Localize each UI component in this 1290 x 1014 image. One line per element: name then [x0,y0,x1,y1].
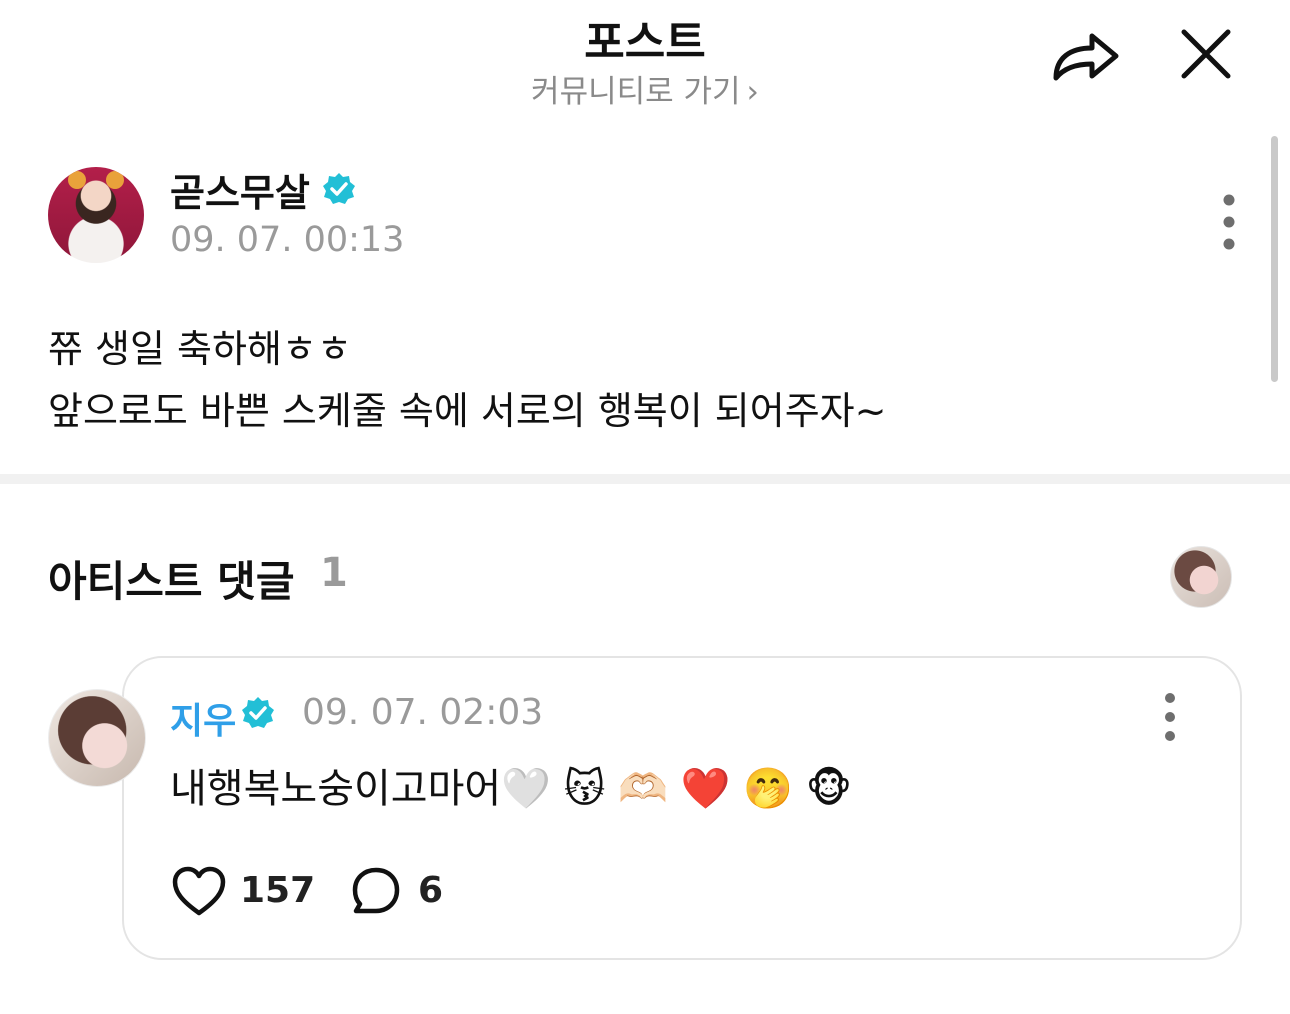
artist-avatar[interactable] [1170,546,1232,608]
more-options-icon[interactable] [1155,690,1185,744]
post-body-line: 앞으로도 바쁜 스케줄 속에 서로의 행복이 되어주자~ [48,389,887,433]
more-options-icon[interactable] [1214,192,1244,252]
reply-bubble-icon[interactable] [351,866,401,916]
share-icon[interactable] [1050,26,1122,86]
scrollbar[interactable] [1271,136,1278,382]
post-body-line: 쮸 생일 축하해ㅎㅎ [48,327,352,371]
comment-text: 내행복노숭이고마어🤍 😽 🫶🏻 ❤️ 🤭 🐵 [170,766,852,812]
author-name[interactable]: 곧스무살 [170,162,310,217]
like-count: 157 [240,870,316,911]
verified-badge-icon [242,697,274,728]
community-link-label: 커뮤니티로 가기 [531,74,741,110]
section-title: 아티스트 댓글 [48,557,295,606]
comment-timestamp: 09. 07. 02:03 [302,692,544,733]
chevron-right-icon: › [746,74,759,110]
reply-count: 6 [418,870,444,911]
post-timestamp: 09. 07. 00:13 [170,220,405,260]
heart-icon[interactable] [172,866,226,918]
section-divider [0,474,1290,484]
verified-badge-icon [323,173,355,204]
comment-count: 1 [320,550,348,596]
commenter-name[interactable]: 지우 [170,692,236,744]
commenter-avatar[interactable] [48,689,146,787]
author-avatar[interactable] [48,167,144,263]
close-icon[interactable] [1178,26,1234,82]
